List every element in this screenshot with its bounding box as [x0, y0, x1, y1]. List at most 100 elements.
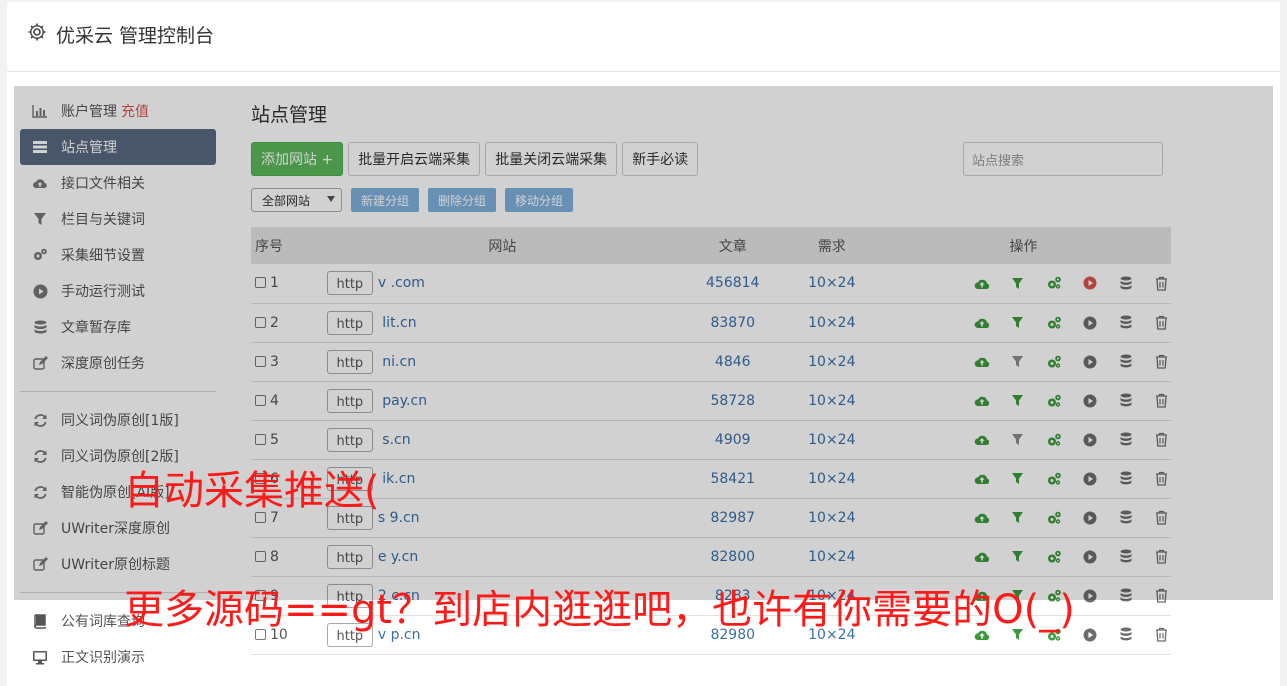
database-icon[interactable]: [1116, 625, 1135, 644]
database-icon[interactable]: [1116, 313, 1135, 332]
filter-icon[interactable]: [1008, 274, 1027, 293]
site-group-select[interactable]: 全部网站: [251, 188, 342, 212]
filter-icon[interactable]: [1008, 352, 1027, 371]
cloud-upload-icon[interactable]: [972, 352, 991, 371]
cloud-upload-icon[interactable]: [972, 547, 991, 566]
cogs-icon[interactable]: [1044, 430, 1063, 449]
cloud-upload-icon[interactable]: [972, 274, 991, 293]
site-domain-link[interactable]: s 9.cn: [378, 510, 420, 526]
site-domain-link[interactable]: ik.cn: [378, 471, 415, 487]
filter-icon[interactable]: [1008, 313, 1027, 332]
cloud-upload-icon[interactable]: [972, 430, 991, 449]
batch-disable-cloud-button[interactable]: 批量关闭云端采集: [485, 142, 618, 176]
database-icon[interactable]: [1116, 391, 1135, 410]
article-count-link[interactable]: 4909: [715, 432, 751, 448]
database-icon[interactable]: [1116, 508, 1135, 527]
site-search-input[interactable]: 站点搜索: [963, 142, 1163, 176]
trash-icon[interactable]: [1152, 313, 1171, 332]
scheme-badge[interactable]: http: [326, 544, 373, 569]
site-domain-link[interactable]: e y.cn: [378, 549, 418, 565]
site-domain-link[interactable]: ni.cn: [378, 354, 416, 370]
scheme-badge[interactable]: http: [326, 427, 373, 452]
play-circle-icon[interactable]: [1080, 430, 1099, 449]
trash-icon[interactable]: [1152, 508, 1171, 527]
demand-link[interactable]: 10×24: [808, 549, 855, 565]
demand-link[interactable]: 10×24: [808, 393, 855, 409]
play-circle-icon[interactable]: [1080, 391, 1099, 410]
database-icon[interactable]: [1116, 469, 1135, 488]
cloud-upload-icon[interactable]: [972, 391, 991, 410]
sidebar-item-account[interactable]: 账户管理 充值: [20, 93, 216, 129]
site-domain-link[interactable]: v .com: [378, 275, 425, 291]
cogs-icon[interactable]: [1044, 352, 1063, 371]
database-icon[interactable]: [1116, 547, 1135, 566]
trash-icon[interactable]: [1152, 352, 1171, 371]
cloud-upload-icon[interactable]: [972, 469, 991, 488]
row-checkbox[interactable]: [255, 355, 266, 367]
play-circle-icon[interactable]: [1080, 352, 1099, 371]
sidebar-item-deep-original[interactable]: 深度原创任务: [20, 345, 216, 381]
scheme-badge[interactable]: http: [326, 388, 373, 413]
demand-link[interactable]: 10×24: [808, 315, 855, 331]
demand-link[interactable]: 10×24: [808, 510, 855, 526]
site-domain-link[interactable]: s.cn: [378, 432, 410, 448]
database-icon[interactable]: [1116, 430, 1135, 449]
trash-icon[interactable]: [1152, 430, 1171, 449]
database-icon[interactable]: [1116, 586, 1135, 605]
row-checkbox[interactable]: [255, 550, 266, 562]
cloud-upload-icon[interactable]: [972, 508, 991, 527]
demand-link[interactable]: 10×24: [808, 275, 855, 291]
play-circle-icon[interactable]: [1080, 313, 1099, 332]
sidebar-item-text-recognition[interactable]: 正文识别演示: [20, 639, 216, 675]
filter-icon[interactable]: [1008, 469, 1027, 488]
play-circle-icon[interactable]: [1080, 274, 1099, 293]
filter-icon[interactable]: [1008, 508, 1027, 527]
sidebar-item-uwriter-title[interactable]: UWriter原创标题: [20, 546, 216, 582]
trash-icon[interactable]: [1152, 547, 1171, 566]
scheme-badge[interactable]: http: [326, 349, 373, 374]
play-circle-icon[interactable]: [1080, 547, 1099, 566]
filter-icon[interactable]: [1008, 430, 1027, 449]
trash-icon[interactable]: [1152, 469, 1171, 488]
cogs-icon[interactable]: [1044, 313, 1063, 332]
cogs-icon[interactable]: [1044, 508, 1063, 527]
cloud-upload-icon[interactable]: [972, 313, 991, 332]
article-count-link[interactable]: 58421: [710, 471, 755, 487]
site-domain-link[interactable]: lit.cn: [378, 315, 416, 331]
article-count-link[interactable]: 4846: [715, 354, 751, 370]
sidebar-item-collect-settings[interactable]: 采集细节设置: [20, 237, 216, 273]
sidebar-item-uwriter-deep[interactable]: UWriter深度原创: [20, 510, 216, 546]
cogs-icon[interactable]: [1044, 391, 1063, 410]
delete-group-button[interactable]: 删除分组: [428, 188, 497, 212]
play-circle-icon[interactable]: [1080, 469, 1099, 488]
filter-icon[interactable]: [1008, 391, 1027, 410]
article-count-link[interactable]: 58728: [710, 393, 755, 409]
demand-link[interactable]: 10×24: [808, 471, 855, 487]
move-group-button[interactable]: 移动分组: [505, 188, 574, 212]
sidebar-item-columns[interactable]: 栏目与关键词: [20, 201, 216, 237]
play-circle-icon[interactable]: [1080, 586, 1099, 605]
article-count-link[interactable]: 82800: [710, 549, 755, 565]
trash-icon[interactable]: [1152, 586, 1171, 605]
cogs-icon[interactable]: [1044, 469, 1063, 488]
recharge-link[interactable]: 充值: [121, 101, 149, 121]
article-count-link[interactable]: 83870: [710, 315, 755, 331]
database-icon[interactable]: [1116, 352, 1135, 371]
article-count-link[interactable]: 82987: [710, 510, 755, 526]
scheme-badge[interactable]: http: [326, 271, 373, 296]
sidebar-item-manual-run[interactable]: 手动运行测试: [20, 273, 216, 309]
beginner-guide-button[interactable]: 新手必读: [622, 142, 699, 176]
add-site-button[interactable]: 添加网站 +: [251, 142, 344, 176]
row-checkbox[interactable]: [255, 277, 266, 289]
sidebar-item-article-store[interactable]: 文章暂存库: [20, 309, 216, 345]
play-circle-icon[interactable]: [1080, 508, 1099, 527]
trash-icon[interactable]: [1152, 625, 1171, 644]
trash-icon[interactable]: [1152, 391, 1171, 410]
sidebar-item-sites[interactable]: 站点管理: [20, 129, 216, 165]
sidebar-item-synonym-v1[interactable]: 同义词伪原创[1版]: [20, 402, 216, 438]
cogs-icon[interactable]: [1044, 274, 1063, 293]
article-count-link[interactable]: 456814: [706, 275, 759, 291]
demand-link[interactable]: 10×24: [808, 354, 855, 370]
trash-icon[interactable]: [1152, 274, 1171, 293]
cogs-icon[interactable]: [1044, 547, 1063, 566]
